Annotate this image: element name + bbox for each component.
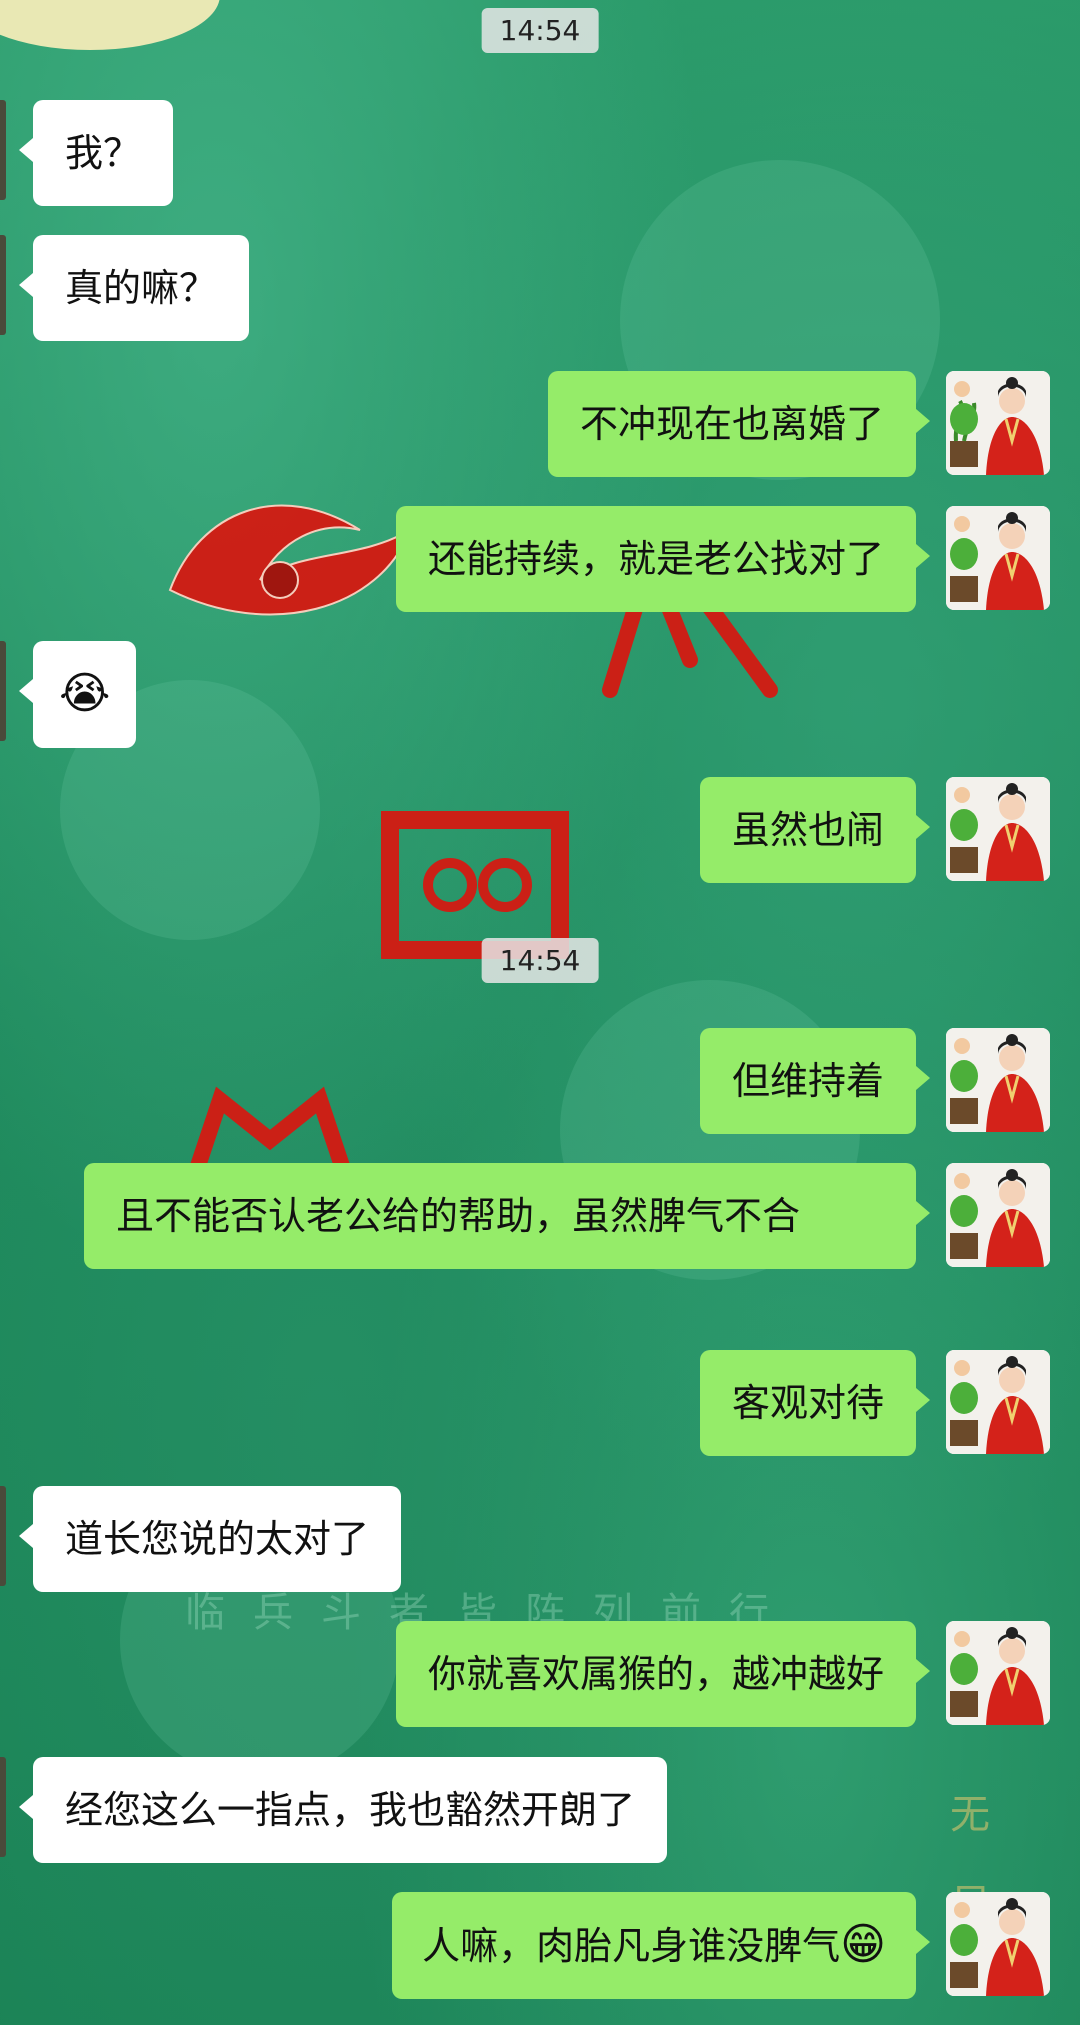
message-text: 道长您说的太对了 <box>65 1517 370 1561</box>
message-text: 真的嘛？ <box>65 266 218 310</box>
message-text: 且不能否认老公给的帮助，虽然脾气不合 <box>116 1194 801 1238</box>
my-avatar[interactable] <box>946 371 1050 475</box>
message-bubble-outgoing[interactable]: 但维持着 <box>699 1028 931 1134</box>
message-bubble-outgoing[interactable]: 虽然也闹 <box>699 777 931 883</box>
message-bubble-outgoing[interactable]: 不冲现在也离婚了 <box>547 371 931 477</box>
avatar-portrait-icon <box>946 1621 1050 1725</box>
my-avatar[interactable] <box>946 777 1050 881</box>
my-avatar[interactable] <box>946 1621 1050 1725</box>
message-bubble-incoming[interactable]: 我？ <box>18 100 174 206</box>
avatar-portrait-icon <box>946 1350 1050 1454</box>
message-text: 人嘛，肉胎凡身谁没脾气 <box>422 1924 841 1968</box>
crying-laughing-emoji: 😭 <box>59 668 111 719</box>
avatar-portrait-icon <box>946 506 1050 610</box>
sender-avatar-edge[interactable] <box>0 641 6 741</box>
sender-avatar-edge[interactable] <box>0 100 6 200</box>
my-avatar[interactable] <box>946 1028 1050 1132</box>
my-avatar[interactable] <box>946 1892 1050 1996</box>
message-text: 虽然也闹 <box>731 808 884 852</box>
background-seal-glyph <box>160 470 420 650</box>
timestamp: 14:54 <box>481 8 599 53</box>
message-bubble-outgoing[interactable]: 且不能否认老公给的帮助，虽然脾气不合 <box>84 1163 930 1269</box>
avatar-portrait-icon <box>946 1163 1050 1267</box>
message-bubble-incoming[interactable]: 😭 <box>18 641 137 748</box>
message-text: 不冲现在也离婚了 <box>579 402 884 446</box>
timestamp: 14:54 <box>481 938 599 983</box>
message-bubble-incoming[interactable]: 真的嘛？ <box>18 235 250 341</box>
message-text: 经您这么一指点，我也豁然开朗了 <box>65 1788 636 1832</box>
sender-avatar-edge[interactable] <box>0 1486 6 1586</box>
message-text: 你就喜欢属猴的，越冲越好 <box>427 1652 884 1696</box>
avatar-portrait-icon <box>946 1028 1050 1132</box>
message-bubble-outgoing[interactable]: 你就喜欢属猴的，越冲越好 <box>395 1621 931 1727</box>
message-text: 但维持着 <box>731 1059 884 1103</box>
sender-avatar-edge[interactable] <box>0 1757 6 1857</box>
message-bubble-outgoing[interactable]: 人嘛，肉胎凡身谁没脾气😁 <box>392 1892 930 1999</box>
message-text: 客观对待 <box>731 1381 884 1425</box>
message-bubble-incoming[interactable]: 经您这么一指点，我也豁然开朗了 <box>18 1757 668 1863</box>
message-text: 我？ <box>65 131 142 175</box>
avatar-portrait-icon <box>946 777 1050 881</box>
avatar-portrait-icon <box>946 371 1050 475</box>
my-avatar[interactable] <box>946 1163 1050 1267</box>
sender-avatar-edge[interactable] <box>0 235 6 335</box>
my-avatar[interactable] <box>946 506 1050 610</box>
message-bubble-incoming[interactable]: 道长您说的太对了 <box>18 1486 402 1592</box>
message-bubble-outgoing[interactable]: 还能持续，就是老公找对了 <box>395 506 931 612</box>
message-bubble-outgoing[interactable]: 客观对待 <box>699 1350 931 1456</box>
grinning-emoji: 😁 <box>840 1919 886 1970</box>
message-text: 还能持续，就是老公找对了 <box>427 537 884 581</box>
avatar-portrait-icon <box>946 1892 1050 1996</box>
my-avatar[interactable] <box>946 1350 1050 1454</box>
